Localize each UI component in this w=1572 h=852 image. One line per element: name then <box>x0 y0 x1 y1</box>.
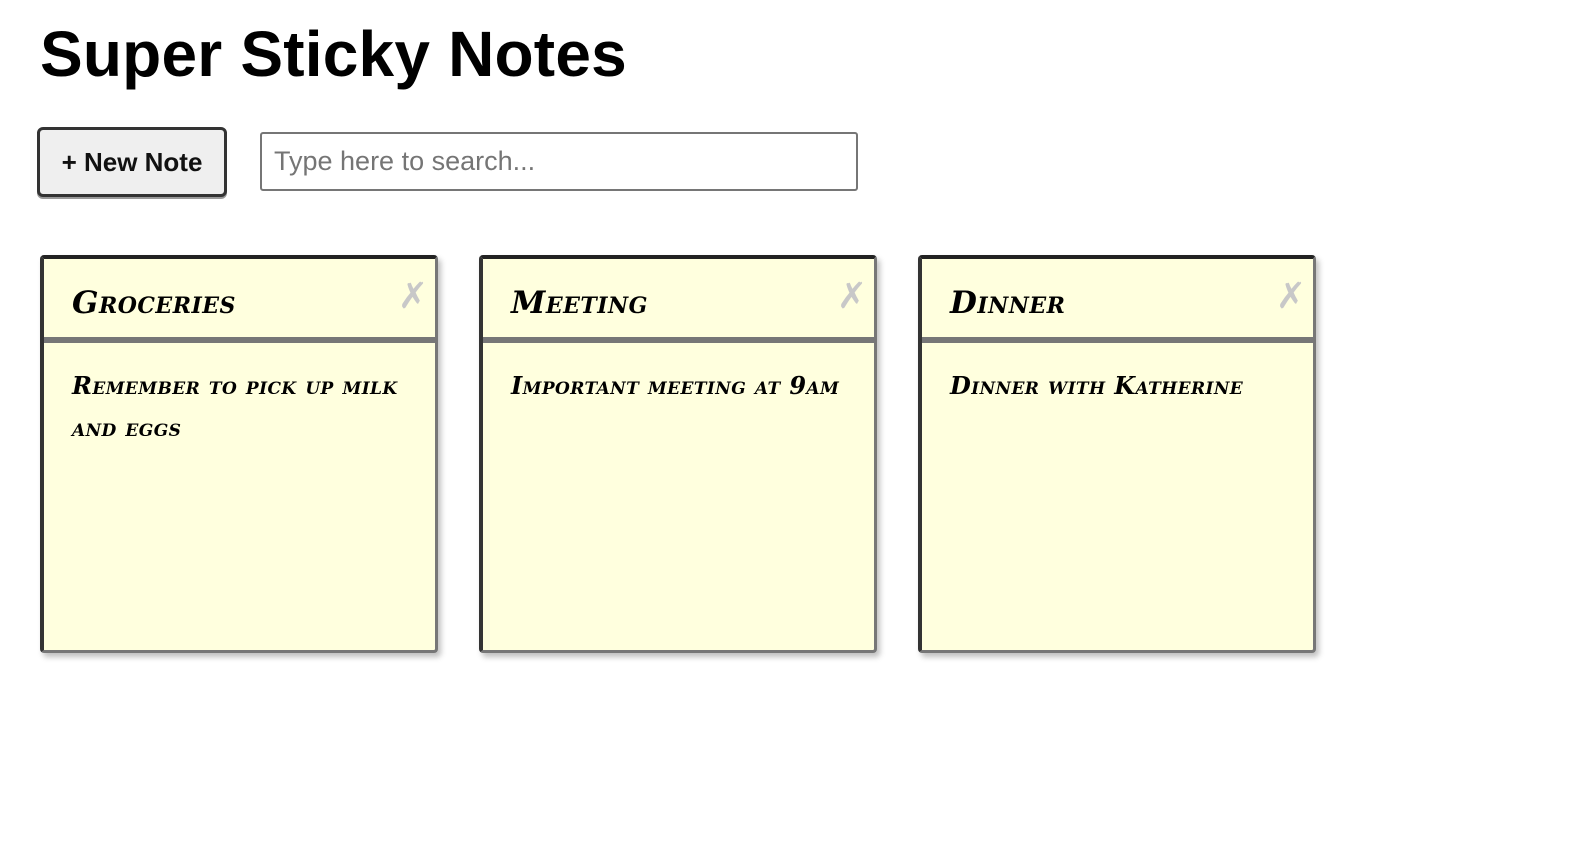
note-description[interactable]: Dinner with Katherine <box>922 343 1313 407</box>
close-icon[interactable]: ✗ <box>397 277 429 317</box>
note-header: Groceries ✗ <box>44 259 435 343</box>
note-card: Meeting ✗ Important meeting at 9am <box>479 255 877 653</box>
note-title[interactable]: Dinner <box>950 281 1065 325</box>
note-card: Dinner ✗ Dinner with Katherine <box>918 255 1316 653</box>
note-header: Dinner ✗ <box>922 259 1313 343</box>
close-icon[interactable]: ✗ <box>1275 277 1307 317</box>
note-description[interactable]: Remember to pick up milk and eggs <box>44 343 435 449</box>
close-icon[interactable]: ✗ <box>836 277 868 317</box>
note-description[interactable]: Important meeting at 9am <box>483 343 874 407</box>
note-title[interactable]: Meeting <box>511 281 648 325</box>
new-note-button[interactable]: + New Note <box>37 127 227 197</box>
app-title: Super Sticky Notes <box>40 18 627 90</box>
note-card: Groceries ✗ Remember to pick up milk and… <box>40 255 438 653</box>
note-title[interactable]: Groceries <box>72 281 236 325</box>
note-header: Meeting ✗ <box>483 259 874 343</box>
search-input[interactable] <box>260 132 858 191</box>
notes-list: Groceries ✗ Remember to pick up milk and… <box>40 255 1316 653</box>
